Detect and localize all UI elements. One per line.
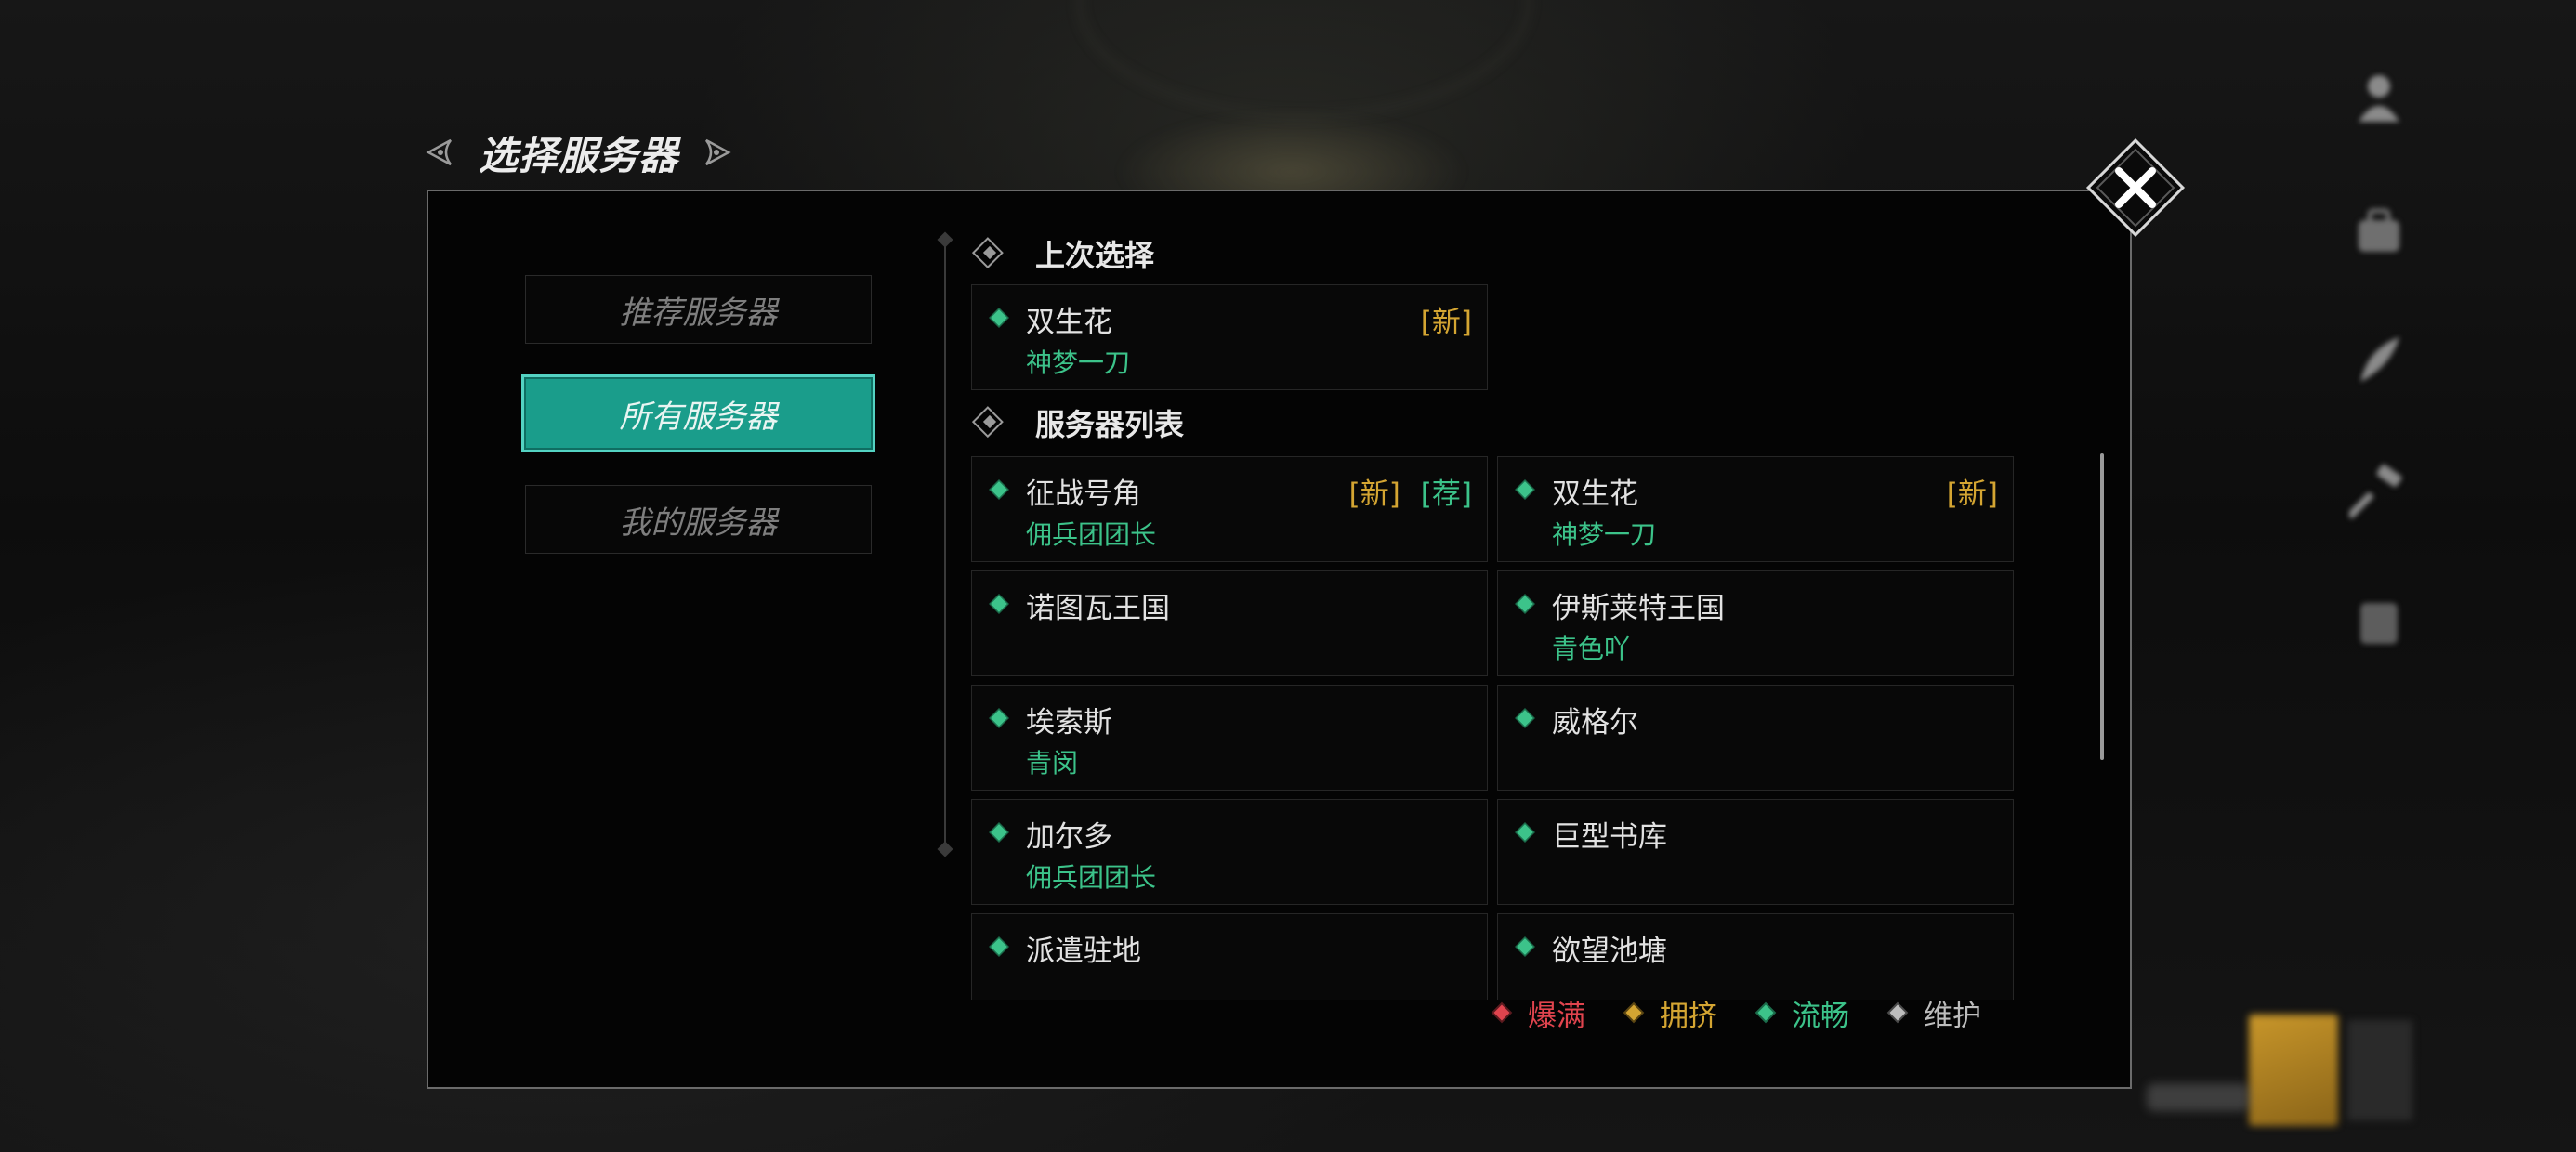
server-card[interactable]: 欲望池塘 [1497, 913, 2014, 1000]
dialog-title-row: 选择服务器 [423, 123, 734, 182]
yellow-diamond-icon [1623, 1001, 1645, 1024]
server-name: 巨型书库 [1552, 820, 1667, 854]
server-name: 埃索斯 [1026, 706, 1112, 740]
hud-label [2147, 1083, 2249, 1111]
status-smooth-icon [1515, 822, 1535, 843]
scrollbar[interactable] [2100, 453, 2104, 760]
status-smooth-icon [1515, 936, 1535, 957]
legend-label: 流畅 [1792, 999, 1849, 1033]
status-legend: 爆满 拥挤 流畅 维护 [1491, 992, 1981, 1033]
server-name: 征战号角 [1026, 478, 1141, 511]
server-card[interactable]: 巨型书库 [1497, 799, 2014, 905]
legend-label: 维护 [1924, 999, 1981, 1033]
server-card[interactable]: 伊斯莱特王国 青色吖 [1497, 570, 2014, 676]
server-guild: 青闵 [1026, 748, 1079, 779]
status-smooth-icon [1515, 594, 1535, 614]
server-tags: [新] [1421, 298, 1472, 340]
category-all-button[interactable]: 所有服务器 [521, 374, 875, 452]
server-card[interactable]: 诺图瓦王国 [971, 570, 1488, 676]
server-guild: 神梦一刀 [1552, 519, 1657, 550]
server-name: 威格尔 [1552, 706, 1638, 740]
status-smooth-icon [989, 308, 1009, 328]
map-icon[interactable] [2346, 591, 2412, 656]
hud-item-card[interactable] [2249, 1015, 2338, 1126]
server-name: 双生花 [1552, 478, 1638, 511]
category-mine-button[interactable]: 我的服务器 [525, 485, 872, 554]
server-name: 派遣驻地 [1026, 935, 1141, 968]
game-screen: 选择服务器 推荐服务器 所有服务器 我的服务器 上次选择 双生花 神梦一刀 [新… [0, 0, 2576, 1152]
server-name: 欲望池塘 [1552, 935, 1667, 968]
legend-label: 拥挤 [1660, 999, 1717, 1033]
new-tag: [新] [1348, 478, 1400, 511]
server-card[interactable]: 双生花 神梦一刀 [新] [1497, 456, 2014, 562]
last-selection-title: 上次选择 [1035, 238, 1155, 273]
new-tag: [新] [1946, 478, 1998, 511]
legend-label: 爆满 [1528, 999, 1585, 1033]
server-name: 双生花 [1026, 306, 1112, 339]
status-smooth-icon [1515, 479, 1535, 500]
legend-item-crowded: 拥挤 [1623, 992, 1717, 1034]
server-card[interactable]: 威格尔 [1497, 685, 2014, 791]
status-smooth-icon [989, 822, 1009, 843]
right-ornament-icon [703, 137, 734, 168]
green-diamond-icon [1755, 1001, 1777, 1024]
section-diamond-icon [971, 406, 1004, 439]
legend-item-full: 爆满 [1491, 992, 1585, 1034]
server-guild: 青色吖 [1552, 634, 1631, 664]
server-tags: [新] [1947, 470, 1998, 512]
server-guild: 佣兵团团长 [1026, 519, 1157, 550]
feather-icon[interactable] [2346, 327, 2412, 392]
server-guild: 佣兵团团长 [1026, 862, 1157, 893]
server-tags: [新] [荐] [1349, 470, 1472, 512]
character-icon[interactable] [2346, 65, 2412, 130]
close-button[interactable] [2082, 134, 2189, 242]
legend-item-maintenance: 维护 [1886, 992, 1981, 1034]
status-smooth-icon [1515, 708, 1535, 728]
dialog-title: 选择服务器 [479, 132, 679, 178]
hammer-icon[interactable] [2346, 459, 2412, 524]
server-list-title: 服务器列表 [1035, 407, 1185, 442]
last-selection-header: 上次选择 [966, 232, 1154, 275]
gray-diamond-icon [1886, 1001, 1909, 1024]
hud-item-slot[interactable] [2347, 1020, 2412, 1120]
status-smooth-icon [989, 594, 1009, 614]
status-smooth-icon [989, 479, 1009, 500]
legend-item-smooth: 流畅 [1755, 992, 1849, 1034]
divider [944, 240, 946, 849]
server-card[interactable]: 加尔多 佣兵团团长 [971, 799, 1488, 905]
server-card[interactable]: 派遣驻地 [971, 913, 1488, 1000]
section-diamond-icon [971, 237, 1004, 269]
last-selected-server-card[interactable]: 双生花 神梦一刀 [新] [971, 284, 1488, 390]
server-card[interactable]: 埃索斯 青闵 [971, 685, 1488, 791]
left-ornament-icon [423, 137, 454, 168]
status-smooth-icon [989, 936, 1009, 957]
close-icon [2085, 137, 2186, 238]
server-name: 诺图瓦王国 [1026, 592, 1170, 625]
red-diamond-icon [1491, 1001, 1513, 1024]
server-name: 伊斯莱特王国 [1552, 592, 1725, 625]
server-guild: 神梦一刀 [1026, 347, 1131, 378]
bag-icon[interactable] [2346, 199, 2412, 264]
category-recommended-button[interactable]: 推荐服务器 [525, 275, 872, 344]
new-tag: [新] [1420, 306, 1472, 339]
server-card[interactable]: 征战号角 佣兵团团长 [新] [荐] [971, 456, 1488, 562]
server-list[interactable]: 征战号角 佣兵团团长 [新] [荐] 双生花 神梦一刀 [新] 诺图瓦王国 伊斯… [966, 452, 2026, 1000]
server-list-header: 服务器列表 [966, 401, 1184, 444]
background-ornament [1078, 0, 1530, 117]
recommended-tag: [荐] [1420, 478, 1472, 511]
server-name: 加尔多 [1026, 820, 1112, 854]
status-smooth-icon [989, 708, 1009, 728]
